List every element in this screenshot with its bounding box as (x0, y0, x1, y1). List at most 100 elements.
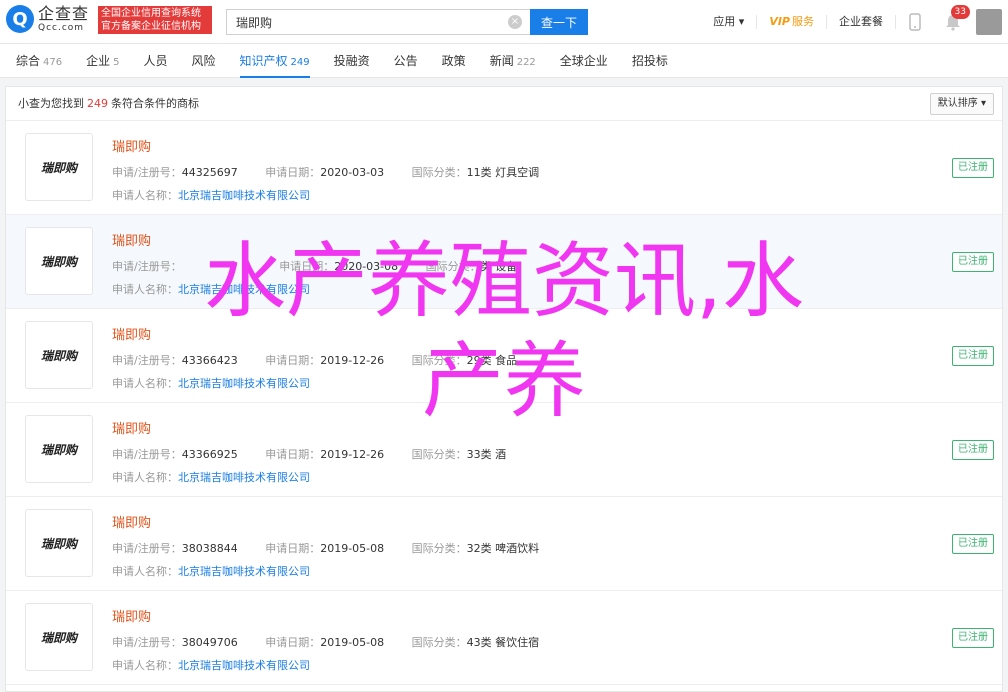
logo-cn: 企查查 (38, 3, 90, 23)
trademark-meta: 申请/注册号：38038844 申请日期：2019-05-08 国际分类：32类… (112, 540, 563, 556)
date-label: 申请日期： (265, 636, 321, 649)
trademark-image[interactable]: 瑞即购 (25, 415, 93, 483)
certification-tag-line1: 全国企业信用查询系统 (101, 8, 201, 19)
notification-bell-icon[interactable]: 33 (942, 5, 970, 33)
nav-enterprise-package[interactable]: 企业套餐 (827, 15, 896, 29)
reg-no-label: 申请/注册号： (112, 542, 182, 555)
owner-link[interactable]: 北京瑞吉咖啡技术有限公司 (178, 189, 310, 202)
trademark-name[interactable]: 瑞即购 (112, 606, 151, 625)
date-label: 申请日期： (265, 166, 321, 179)
tab-comprehensive[interactable]: 综合 476 (16, 44, 62, 78)
user-avatar[interactable] (976, 9, 1002, 35)
tab-label: 公告 (393, 54, 418, 68)
tab-bidding[interactable]: 招投标 (632, 44, 668, 78)
date-value: 2019-12-26 (320, 354, 385, 367)
reg-no-value: 38038844 (181, 542, 238, 555)
tab-enterprise[interactable]: 企业 5 (86, 44, 119, 78)
trademark-row[interactable]: 瑞即购 瑞即购 申请/注册号： 申请日期：2020-03-08 国际分类：类 设… (6, 215, 1002, 309)
search-box: × (226, 9, 530, 35)
tab-people[interactable]: 人员 (144, 44, 168, 78)
clear-search-icon[interactable]: × (508, 15, 522, 29)
trademark-owner: 申请人名称：北京瑞吉咖啡技术有限公司 (112, 375, 310, 391)
tab-count: 476 (43, 57, 63, 68)
trademark-name[interactable]: 瑞即购 (112, 324, 151, 343)
trademark-name[interactable]: 瑞即购 (112, 230, 151, 249)
owner-label: 申请人名称： (112, 659, 178, 672)
trademark-row[interactable]: 瑞即购 瑞即购 申请/注册号：43366423 申请日期：2019-12-26 … (6, 309, 1002, 403)
trademark-image[interactable]: 瑞即购 (25, 509, 93, 577)
owner-link[interactable]: 北京瑞吉咖啡技术有限公司 (178, 377, 310, 390)
class-label: 国际分类： (411, 448, 467, 461)
date-value: 2020-03-08 (334, 260, 399, 273)
tab-policy[interactable]: 政策 (442, 44, 466, 78)
sort-dropdown[interactable]: 默认排序 ▾ (929, 93, 994, 115)
trademark-row[interactable]: 瑞即购 瑞即购 申请/注册号：38038844 申请日期：2019-05-08 … (6, 497, 1002, 591)
date-value: 2019-05-08 (320, 636, 385, 649)
trademark-name[interactable]: 瑞即购 (112, 418, 151, 437)
owner-label: 申请人名称： (112, 283, 178, 296)
status-badge: 已注册 (952, 158, 994, 178)
tab-news[interactable]: 新闻 222 (490, 44, 536, 78)
trademark-image[interactable]: 瑞即购 (25, 603, 93, 671)
site-logo[interactable]: Q 企查查 Qcc.com (6, 5, 89, 33)
status-badge: 已注册 (952, 346, 994, 366)
tab-investment[interactable]: 投融资 (334, 44, 370, 78)
date-label: 申请日期： (265, 448, 321, 461)
mobile-phone-icon[interactable] (904, 11, 926, 33)
tab-intellectual-property[interactable]: 知识产权 249 (239, 44, 310, 78)
summary-suffix: 条符合条件的商标 (111, 97, 199, 110)
certification-tag-line2: 官方备案企业征信机构 (101, 21, 201, 32)
logo-mark-icon: Q (6, 5, 34, 33)
tab-label: 风险 (191, 54, 216, 68)
class-label: 国际分类： (411, 542, 467, 555)
trademark-owner: 申请人名称：北京瑞吉咖啡技术有限公司 (112, 469, 310, 485)
search-input[interactable] (227, 10, 497, 34)
trademark-meta: 申请/注册号：38049706 申请日期：2019-05-08 国际分类：43类… (112, 634, 563, 650)
tab-announcements[interactable]: 公告 (394, 44, 418, 78)
reg-no-value: 38049706 (181, 636, 238, 649)
results-panel: 小查为您找到 249 条符合条件的商标 默认排序 ▾ 瑞即购 瑞即购 申请/注册号：… (5, 86, 1003, 692)
trademark-image[interactable]: 瑞即购 (25, 133, 93, 201)
tab-label: 招投标 (631, 54, 668, 68)
date-label: 申请日期： (265, 354, 321, 367)
summary-count: 249 (87, 97, 108, 110)
status-badge: 已注册 (952, 534, 994, 554)
class-value: 29类 食品 (466, 354, 518, 367)
results-summary: 小查为您找到 249 条符合条件的商标 默认排序 ▾ (6, 87, 1002, 121)
trademark-owner: 申请人名称：北京瑞吉咖啡技术有限公司 (112, 563, 310, 579)
tab-global-enterprise[interactable]: 全球企业 (560, 44, 608, 78)
trademark-row[interactable]: 瑞即购 瑞即购 申请/注册号：38049706 申请日期：2019-05-08 … (6, 591, 1002, 685)
date-value: 2019-12-26 (320, 448, 385, 461)
owner-link[interactable]: 北京瑞吉咖啡技术有限公司 (178, 565, 310, 578)
reg-no-value: 44325697 (181, 166, 238, 179)
owner-link[interactable]: 北京瑞吉咖啡技术有限公司 (178, 659, 310, 672)
owner-link[interactable]: 北京瑞吉咖啡技术有限公司 (178, 283, 310, 296)
tab-risk[interactable]: 风险 (192, 44, 216, 78)
trademark-image[interactable]: 瑞即购 (25, 227, 93, 295)
owner-label: 申请人名称： (112, 189, 178, 202)
trademark-row[interactable]: 瑞即购 瑞即购 申请/注册号：44325697 申请日期：2020-03-03 … (6, 121, 1002, 215)
date-value: 2019-05-08 (320, 542, 385, 555)
trademark-name[interactable]: 瑞即购 (112, 512, 151, 531)
nav-app-menu[interactable]: 应用 ▾ (701, 15, 758, 29)
reg-no-label: 申请/注册号： (112, 260, 182, 273)
trademark-meta: 申请/注册号：43366423 申请日期：2019-12-26 国际分类：29类… (112, 352, 541, 368)
category-tabs: 综合 476 企业 5 人员 风险 知识产权 249 投融资 公告 政策 新闻 222 … (0, 44, 1008, 78)
nav-vip-service[interactable]: VIP 服务 (757, 15, 827, 29)
search-button[interactable]: 查一下 (530, 9, 588, 35)
class-label: 国际分类： (411, 354, 467, 367)
date-label: 申请日期： (279, 260, 335, 273)
notification-badge: 33 (950, 5, 970, 19)
certification-tag: 全国企业信用查询系统 官方备案企业征信机构 (98, 6, 212, 34)
trademark-meta: 申请/注册号：44325697 申请日期：2020-03-03 国际分类：11类… (112, 164, 563, 180)
class-value: 33类 酒 (466, 448, 507, 461)
owner-link[interactable]: 北京瑞吉咖啡技术有限公司 (178, 471, 310, 484)
trademark-image[interactable]: 瑞即购 (25, 321, 93, 389)
class-label: 国际分类： (411, 166, 467, 179)
vip-sub-label: 服务 (792, 15, 814, 28)
tab-label: 新闻 (489, 54, 514, 68)
trademark-meta: 申请/注册号：43366925 申请日期：2019-12-26 国际分类：33类… (112, 446, 530, 462)
trademark-row[interactable]: 瑞即购 瑞即购 申请/注册号：43366925 申请日期：2019-12-26 … (6, 403, 1002, 497)
reg-no-value: 43366423 (181, 354, 238, 367)
trademark-name[interactable]: 瑞即购 (112, 136, 151, 155)
